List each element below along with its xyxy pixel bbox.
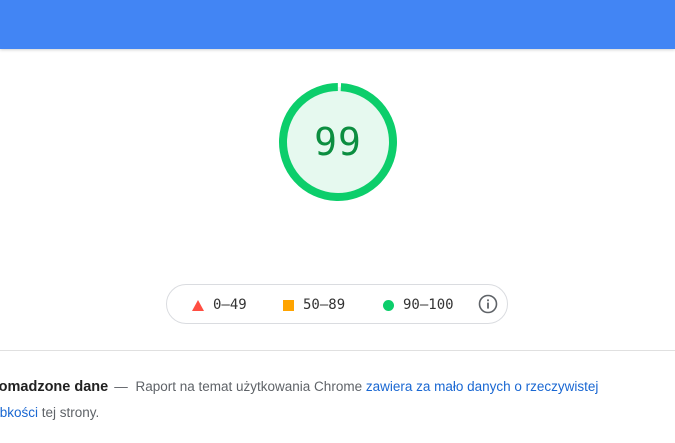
info-icon[interactable] [478, 294, 498, 314]
score-value: 99 [314, 120, 362, 164]
legend-label-fail: 0–49 [213, 297, 247, 313]
legend-item-average: 50–89 [283, 285, 345, 325]
square-icon [283, 299, 294, 311]
field-data-text-end: tej strony. [38, 405, 100, 420]
performance-score-gauge: 99 [277, 81, 399, 203]
field-data-title: romadzone dane [0, 379, 109, 395]
field-data-dash: — [114, 379, 128, 394]
section-divider [0, 350, 675, 351]
header-bar [0, 0, 675, 49]
circle-icon [383, 299, 394, 311]
field-data-section: romadzone dane — Raport na temat użytkowa… [0, 374, 673, 425]
field-data-text: Raport na temat użytkowania Chrome [131, 379, 366, 394]
triangle-icon [192, 299, 204, 311]
insufficient-data-link[interactable]: zawiera za mało danych o rzeczywistej [366, 379, 599, 394]
legend-item-fail: 0–49 [192, 285, 247, 325]
insufficient-data-link-continued[interactable]: ybkości [0, 405, 38, 420]
score-legend: 0–49 50–89 90–100 [166, 284, 508, 324]
legend-label-average: 50–89 [303, 297, 346, 313]
legend-item-pass: 90–100 [383, 285, 454, 325]
legend-label-pass: 90–100 [403, 297, 454, 313]
